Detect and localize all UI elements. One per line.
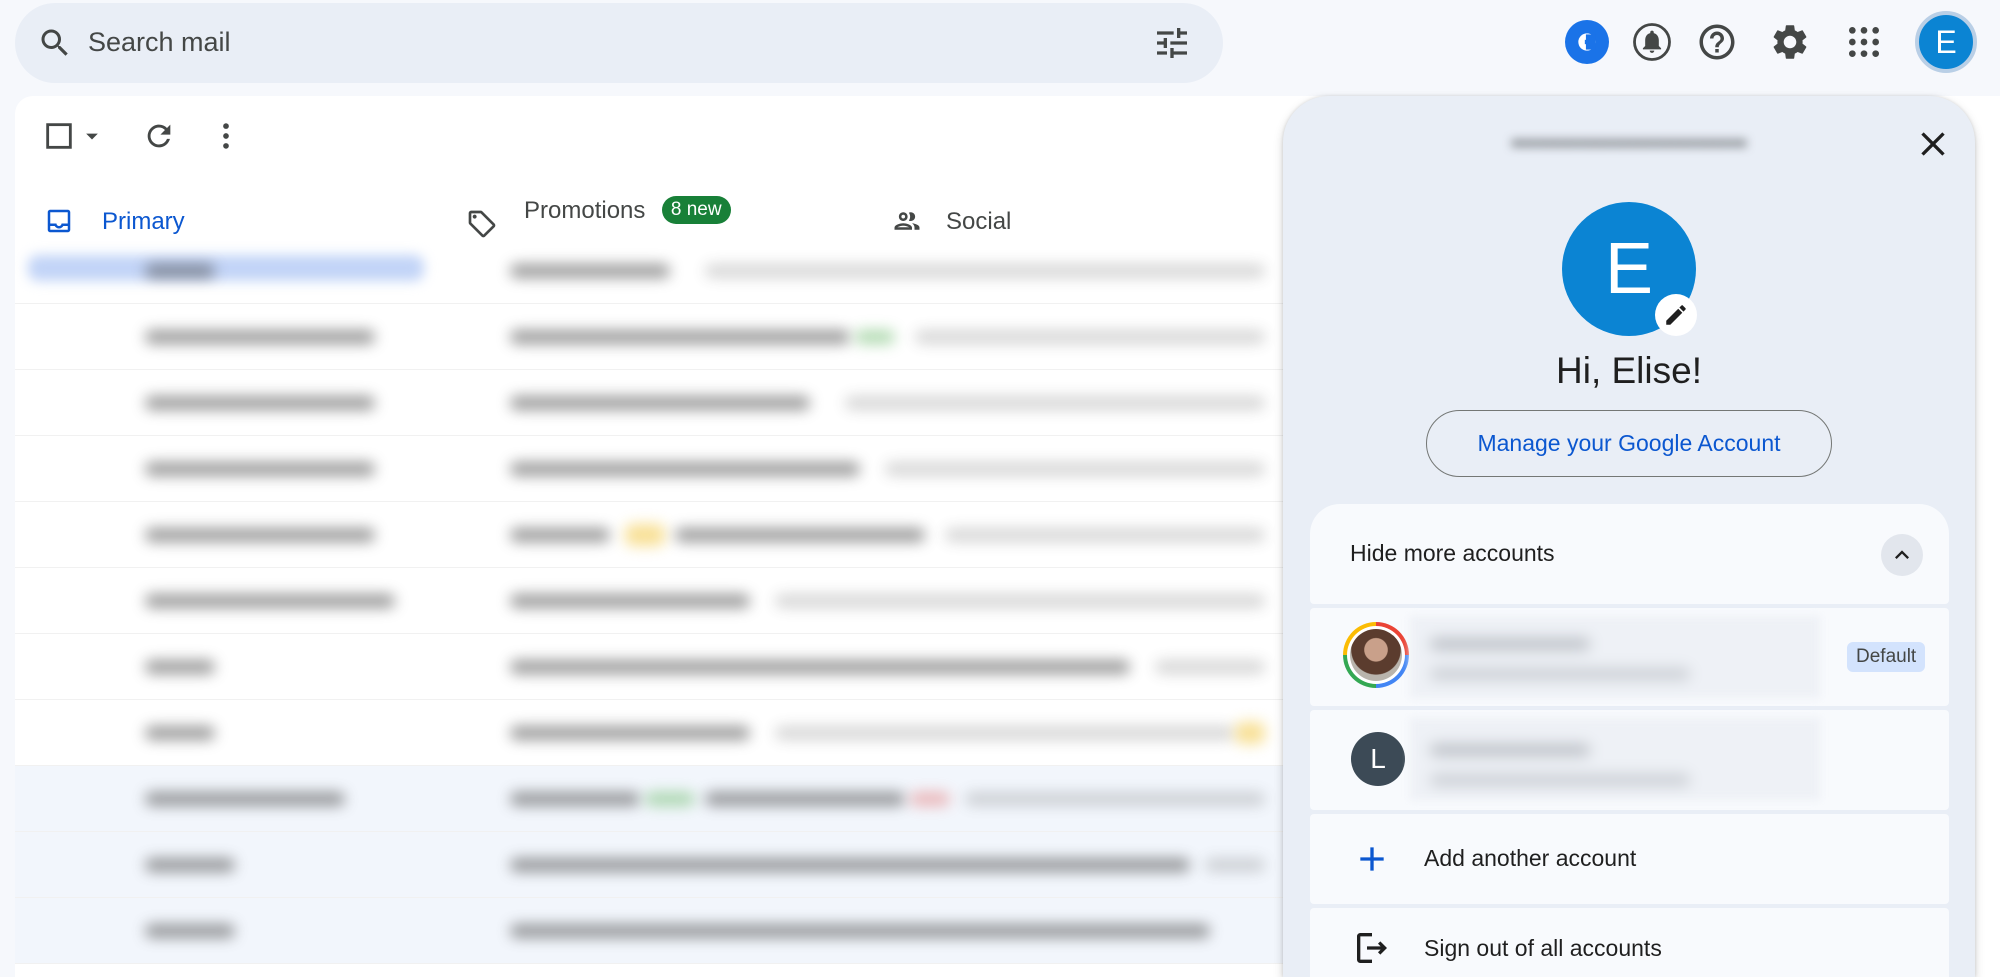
gear-icon[interactable] [1768,20,1812,64]
default-badge: Default [1847,642,1926,672]
more-vert-icon[interactable] [209,119,243,153]
pencil-icon[interactable] [1655,294,1697,336]
greeting: Hi, Elise! [1556,350,1702,391]
new-count-badge: 8 new [661,196,731,224]
apps-grid-icon[interactable] [1842,20,1886,64]
search-input[interactable]: Search mail [88,27,231,58]
select-checkbox[interactable] [42,119,76,153]
list-item[interactable] [15,700,1285,766]
list-item[interactable] [15,766,1285,832]
search-icon[interactable] [37,25,73,61]
account-avatar-button[interactable]: E [1915,11,1977,73]
account-item-default[interactable]: Default [1310,608,1949,706]
add-account-button[interactable]: Add another account [1310,814,1949,904]
profile-avatar-initial: E [1604,229,1654,309]
hide-more-accounts-toggle[interactable]: Hide more accounts [1310,504,1949,604]
select-dropdown-icon[interactable] [78,119,106,153]
tab-promotions-label: Promotions [524,197,646,224]
list-item[interactable] [15,370,1285,436]
refresh-icon[interactable] [142,119,176,153]
sign-out-button[interactable]: Sign out of all accounts [1310,908,1949,977]
help-icon[interactable] [1695,20,1739,64]
inbox-icon [47,209,71,233]
list-item[interactable] [15,832,1285,898]
tag-icon [468,210,496,238]
list-item[interactable] [15,238,1285,304]
account-letter: L [1370,743,1386,774]
tab-social-label: Social [946,208,1012,235]
tune-icon[interactable] [1152,23,1192,63]
search-bar[interactable]: Search mail [15,3,1223,83]
account-email-redacted: •••••••••••••••••••••••••••• [1511,130,1747,157]
tab-primary-label: Primary [102,208,185,235]
chevron-up-icon[interactable] [1881,534,1923,576]
list-item[interactable] [15,502,1285,568]
logout-icon [1352,928,1392,968]
list-item[interactable] [15,568,1285,634]
plus-icon [1352,839,1392,879]
account-menu: •••••••••••••••••••••••••••• E Hi, Elise… [1283,96,1975,977]
account-item-secondary[interactable]: L [1310,710,1949,810]
sign-out-label: Sign out of all accounts [1424,935,1662,961]
email-list [15,238,1285,977]
gemini-icon[interactable] [1565,20,1609,64]
tab-primary[interactable]: Primary [44,186,185,246]
bell-icon[interactable] [1630,20,1674,64]
account-letter-avatar: L [1351,732,1405,786]
account-photo-avatar [1343,622,1409,688]
list-item[interactable] [15,436,1285,502]
close-icon[interactable] [1913,124,1953,164]
account-details-redacted [1410,616,1820,698]
manage-account-button[interactable]: Manage your Google Account [1426,410,1832,477]
list-item[interactable] [15,898,1285,964]
list-item[interactable] [15,304,1285,370]
account-details-redacted [1410,718,1820,800]
list-item[interactable] [15,634,1285,700]
add-account-label: Add another account [1424,845,1637,871]
hide-more-accounts-label: Hide more accounts [1350,540,1555,566]
people-icon [894,212,920,230]
avatar-initial: E [1935,23,1957,60]
tab-social[interactable]: Social [892,186,1011,246]
